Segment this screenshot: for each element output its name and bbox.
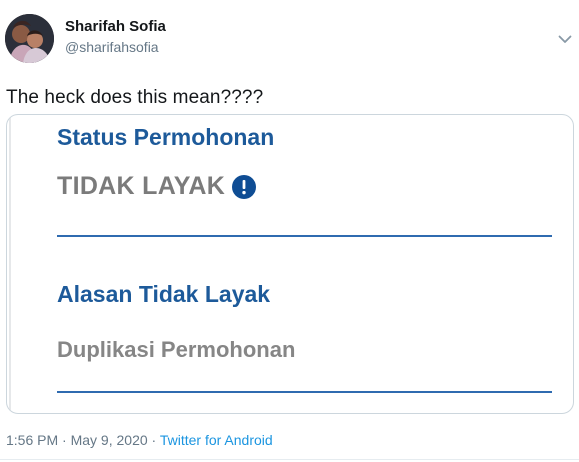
- tweet-source-link[interactable]: Twitter for Android: [160, 432, 273, 448]
- meta-separator: ·: [58, 432, 71, 448]
- info-icon: [232, 174, 257, 199]
- status-row: TIDAK LAYAK: [57, 172, 257, 201]
- meta-separator: ·: [147, 432, 160, 448]
- reason-label: Alasan Tidak Layak: [57, 281, 271, 307]
- avatar-photo: [5, 14, 54, 63]
- field-divider: [57, 235, 552, 237]
- tweet: Sharifah Sofia @sharifahsofia The heck d…: [0, 0, 579, 462]
- user-handle[interactable]: @sharifahsofia: [65, 39, 159, 55]
- chevron-down-icon[interactable]: [557, 33, 573, 45]
- tweet-meta: 1:56 PM · May 9, 2020 · Twitter for Andr…: [6, 432, 273, 448]
- tweet-media-image[interactable]: Status Permohonan TIDAK LAYAK Alasan Tid…: [6, 114, 574, 414]
- divider: [0, 459, 579, 460]
- status-value: TIDAK LAYAK: [57, 172, 226, 200]
- tweet-date[interactable]: May 9, 2020: [71, 432, 148, 448]
- field-divider: [57, 391, 552, 393]
- display-name[interactable]: Sharifah Sofia: [65, 18, 166, 35]
- tweet-text: The heck does this mean????: [6, 87, 264, 108]
- status-label: Status Permohonan: [57, 124, 275, 150]
- avatar[interactable]: [5, 14, 54, 63]
- reason-value: Duplikasi Permohonan: [57, 337, 296, 362]
- tweet-time[interactable]: 1:56 PM: [6, 432, 58, 448]
- media-screenshot: Status Permohonan TIDAK LAYAK Alasan Tid…: [9, 115, 571, 413]
